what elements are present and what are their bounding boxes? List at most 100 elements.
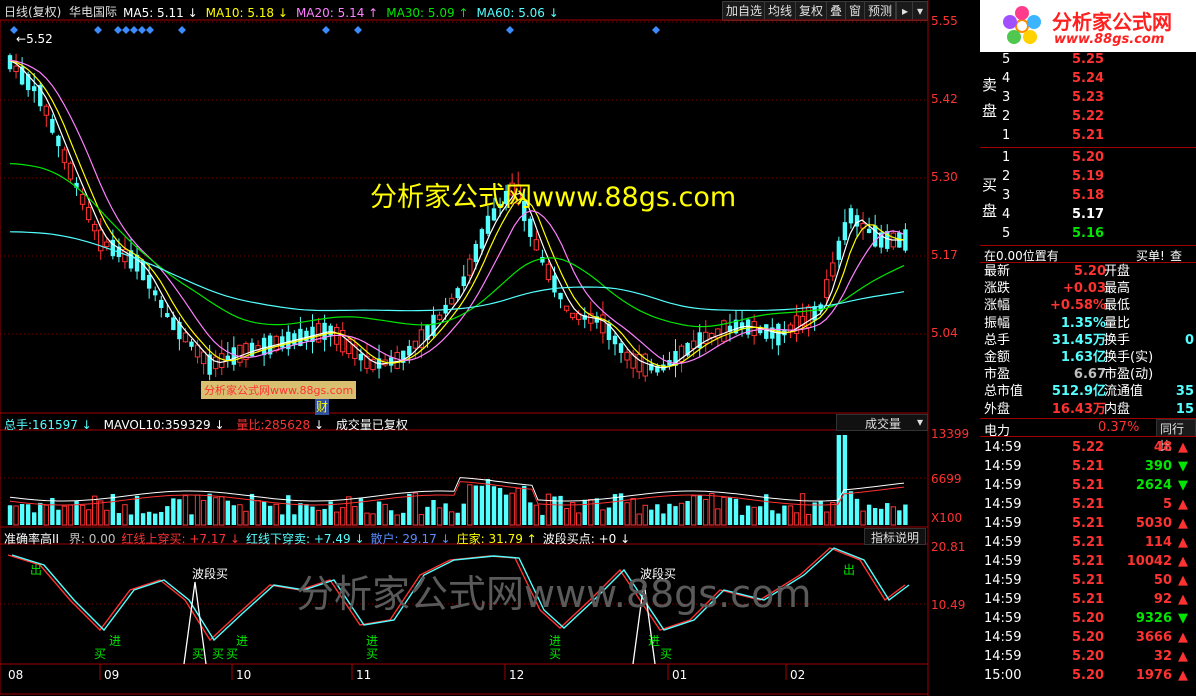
- signal-band-buy: 波段买: [640, 567, 677, 581]
- bid-row[interactable]: 2 5.19: [980, 167, 1196, 186]
- volume-indicator-select[interactable]: 成交量 ▾: [836, 414, 928, 431]
- volume-bar: [237, 504, 243, 526]
- volume-bar: [661, 513, 666, 525]
- arrow-down-icon: ▼: [1178, 611, 1188, 626]
- indicator-name[interactable]: 准确率高II: [4, 532, 59, 546]
- indicator-tick: 20.81: [931, 540, 966, 554]
- volume-bar: [382, 503, 388, 526]
- volume-bar: [879, 508, 884, 525]
- tick-row: 14:59 5.21 5030 ▲: [980, 514, 1196, 533]
- finance-marker[interactable]: 财: [315, 398, 330, 415]
- indicator-header: 准确率高II 界: 0.00 红线上穿买: +7.17 ↓ 红线下穿卖: +7.49…: [4, 530, 630, 547]
- bid-level: 1: [1002, 150, 1011, 165]
- volume-bar: [830, 502, 836, 526]
- candle-body: [92, 223, 98, 232]
- volume-bar: [92, 495, 98, 526]
- candle-body: [412, 340, 419, 349]
- quote-key: 换手(实): [1104, 350, 1154, 365]
- volume-bar: [267, 505, 273, 525]
- candle-body: [467, 258, 473, 276]
- quote-value: 0: [1184, 332, 1194, 348]
- quote-key: 涨跌: [984, 281, 1011, 297]
- volume-bar: [866, 504, 872, 525]
- volume-bar: [793, 512, 800, 526]
- indicator-value: 波段买点: +0 ↓: [542, 532, 631, 546]
- quote-row: 外盘 16.43万 内盘 15: [980, 401, 1196, 418]
- indicator-help-button[interactable]: 指标说明: [864, 528, 926, 545]
- volume-bar: [455, 512, 460, 525]
- volume-bar: [448, 511, 455, 526]
- mavol-label: MAVOL10:: [103, 418, 165, 432]
- volume-bar: [304, 504, 309, 525]
- quote-value: +0.58%: [1050, 298, 1106, 314]
- volume-bar: [418, 514, 425, 526]
- signal-in: 进: [109, 634, 122, 648]
- volume-bar: [310, 506, 315, 525]
- ask-row[interactable]: 5 5.25: [980, 50, 1196, 69]
- tick-price: 5.20: [1072, 649, 1105, 664]
- bid-row[interactable]: 1 5.20: [980, 148, 1196, 167]
- bid-row[interactable]: 3 5.18: [980, 186, 1196, 205]
- volume-bar: [140, 513, 146, 525]
- tick-time: 14:59: [984, 440, 1022, 455]
- quote-value: 5.20: [1073, 264, 1106, 279]
- volume-total-label: 总手:: [4, 418, 33, 432]
- site-logo: 分析家公式网 www.88gs.com: [980, 0, 1196, 52]
- ask-row[interactable]: 3 5.23: [980, 88, 1196, 107]
- ask-row[interactable]: 1 5.21: [980, 126, 1196, 145]
- candle-body: [394, 352, 400, 369]
- signal-out: 出: [30, 563, 43, 577]
- compare-peers-button[interactable]: 同行比: [1156, 419, 1196, 453]
- quote-value: 31.45万: [1051, 332, 1106, 348]
- indicator-tick: 10.49: [931, 598, 966, 612]
- volume-bar: [255, 500, 261, 526]
- month-label: 12: [509, 668, 525, 682]
- tick-volume: 5030: [1135, 516, 1172, 531]
- volume-bar: [558, 495, 563, 525]
- volume-bar: [79, 504, 86, 526]
- month-label: 11: [356, 668, 372, 682]
- volume-bar: [364, 512, 370, 526]
- tick-price: 5.20: [1072, 668, 1105, 683]
- volume-bar: [467, 484, 473, 526]
- logo-title: 分析家公式网: [1052, 10, 1172, 34]
- volume-bar: [56, 509, 61, 525]
- volume-bar: [50, 497, 55, 525]
- bid-row[interactable]: 5 5.16: [980, 224, 1196, 243]
- volume-bar: [836, 435, 842, 525]
- volume-bar: [370, 513, 376, 526]
- volume-bar: [165, 506, 170, 525]
- watermark-main: 分析家公式网www.88gs.com: [370, 182, 737, 213]
- volume-bar: [213, 497, 219, 526]
- candle-body: [448, 297, 455, 305]
- tick-row: 14:59 5.21 5 ▲: [980, 495, 1196, 514]
- candle-body: [764, 324, 769, 339]
- candle-body: [85, 206, 92, 221]
- volume-bar: [739, 514, 745, 525]
- candle-body: [830, 262, 836, 277]
- volume-bar: [649, 509, 654, 525]
- ask-row[interactable]: 4 5.24: [980, 69, 1196, 88]
- wei-label: 委: [982, 30, 998, 48]
- arrow-up-icon: ▲: [1178, 554, 1188, 569]
- candle-body: [569, 312, 576, 319]
- volume-bar: [431, 500, 436, 525]
- ask-row[interactable]: 2 5.22: [980, 107, 1196, 126]
- volume-bar: [715, 508, 721, 526]
- volume-unit: X100: [931, 511, 963, 525]
- tick-volume: 50: [1153, 573, 1172, 588]
- tick-volume: 5: [1162, 497, 1172, 512]
- volume-bar: [249, 493, 255, 525]
- volume-bar: [890, 506, 896, 526]
- volume-bar: [860, 510, 866, 526]
- volume-bar: [61, 505, 68, 526]
- bid-price: 5.17: [1072, 207, 1105, 222]
- volume-bar: [479, 485, 485, 525]
- volume-bar: [709, 493, 715, 526]
- volume-bar: [219, 496, 225, 526]
- candle-body: [200, 351, 207, 365]
- arrow-up-icon: ▲: [1178, 516, 1188, 531]
- quote-value: 1.35%: [1060, 315, 1106, 331]
- volume-bar: [588, 499, 594, 526]
- bid-row[interactable]: 4 5.17: [980, 205, 1196, 224]
